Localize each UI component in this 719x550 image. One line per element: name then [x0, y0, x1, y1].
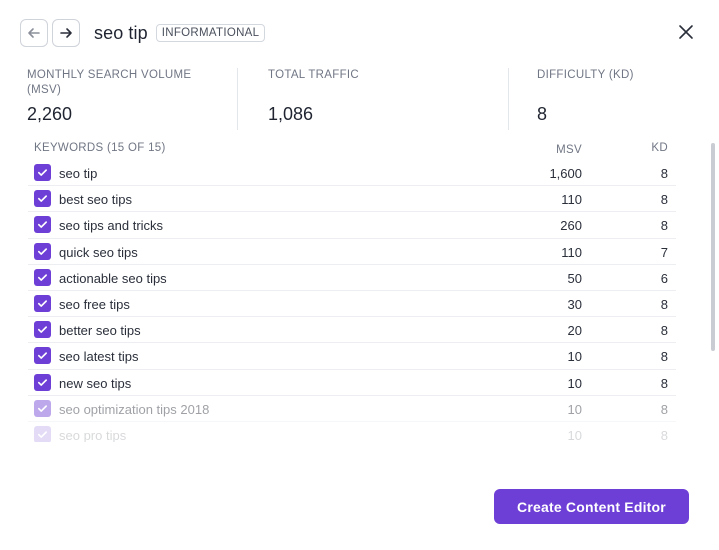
keyword-text: best seo tips — [59, 192, 132, 208]
stat-traffic-value: 1,086 — [268, 104, 314, 124]
keyword-msv: 20 — [567, 323, 582, 339]
column-kd-header: KD — [651, 142, 668, 154]
keyword-text: seo tip — [59, 166, 98, 181]
check-icon — [38, 300, 47, 307]
keyword-kd: 8 — [660, 192, 668, 208]
check-icon — [38, 274, 47, 281]
stat-msv-value: 2,260 — [27, 104, 73, 124]
dialog-header: seo tip INFORMATIONAL — [20, 19, 266, 47]
table-row[interactable]: better seo tips 20 8 — [28, 317, 676, 344]
keyword-msv: 10 — [567, 349, 582, 365]
keyword-kd: 6 — [660, 270, 668, 286]
column-msv-header: MSV — [556, 144, 582, 156]
keyword-msv: 1,600 — [549, 166, 582, 181]
table-row[interactable]: seo pro tips 10 8 — [28, 422, 676, 442]
keyword-text: new seo tips — [59, 375, 132, 391]
keyword-text: seo free tips — [59, 296, 130, 312]
keyword-checkbox[interactable] — [34, 242, 51, 260]
keyword-kd: 8 — [660, 218, 668, 234]
stats-row: MONTHLY SEARCH VOLUME (MSV) 2,260 TOTAL … — [27, 68, 687, 130]
table-row[interactable]: actionable seo tips 50 6 — [28, 265, 676, 291]
stat-kd: DIFFICULTY (KD) 8 — [508, 68, 634, 130]
keyword-kd: 8 — [660, 401, 668, 417]
stat-kd-label: DIFFICULTY (KD) — [537, 69, 634, 81]
keyword-msv: 110 — [561, 244, 582, 260]
close-button[interactable] — [676, 22, 696, 42]
check-icon — [38, 169, 47, 176]
keyword-checkbox[interactable] — [34, 399, 51, 417]
keyword-msv: 10 — [567, 427, 582, 442]
keyword-checkbox[interactable] — [34, 347, 51, 365]
keyword-msv: 10 — [567, 401, 582, 417]
table-row[interactable]: new seo tips 10 8 — [28, 370, 676, 396]
stat-msv: MONTHLY SEARCH VOLUME (MSV) 2,260 — [27, 68, 237, 130]
keywords-count-label: KEYWORDS (15 OF 15) — [34, 142, 166, 154]
table-row[interactable]: quick seo tips 110 7 — [28, 239, 676, 265]
check-icon — [38, 221, 47, 229]
keyword-checkbox[interactable] — [34, 321, 51, 339]
keyword-msv: 10 — [567, 375, 582, 391]
check-icon — [38, 378, 47, 386]
check-icon — [38, 247, 47, 255]
keyword-kd: 8 — [660, 296, 668, 312]
stat-traffic: TOTAL TRAFFIC 1,086 — [237, 68, 508, 130]
keyword-text: seo latest tips — [59, 349, 139, 365]
stat-msv-label: MONTHLY SEARCH VOLUME (MSV) — [27, 69, 192, 96]
keyword-checkbox[interactable] — [34, 190, 51, 208]
keyword-text: quick seo tips — [59, 244, 138, 260]
check-icon — [38, 352, 47, 360]
keyword-kd: 8 — [660, 375, 668, 391]
keyword-kd: 8 — [660, 166, 668, 181]
keyword-kd: 7 — [660, 244, 668, 260]
keyword-kd: 8 — [660, 323, 668, 339]
check-icon — [38, 195, 47, 203]
keywords-list[interactable]: seo tip 1,600 8 best seo tips 110 8 seo tips a… — [28, 160, 676, 442]
keyword-checkbox[interactable] — [34, 216, 51, 234]
keyword-msv: 50 — [567, 270, 582, 286]
keyword-checkbox[interactable] — [34, 164, 51, 181]
table-row[interactable]: seo optimization tips 2018 10 8 — [28, 396, 676, 422]
stat-traffic-label: TOTAL TRAFFIC — [268, 69, 360, 81]
keyword-text: seo pro tips — [59, 427, 127, 442]
keyword-msv: 30 — [567, 296, 582, 312]
table-row[interactable]: seo free tips 30 8 — [28, 291, 676, 318]
intent-badge: INFORMATIONAL — [155, 24, 266, 42]
keyword-msv: 110 — [561, 192, 582, 208]
stat-kd-value: 8 — [537, 104, 548, 124]
keyword-kd: 8 — [660, 349, 668, 365]
keyword-text: better seo tips — [59, 323, 141, 339]
scrollbar[interactable] — [711, 143, 715, 351]
keyword-text: seo optimization tips 2018 — [59, 401, 210, 417]
check-icon — [38, 404, 47, 412]
table-row[interactable]: seo tips and tricks 260 8 — [28, 212, 676, 239]
close-icon — [679, 25, 693, 39]
keyword-checkbox[interactable] — [34, 268, 51, 286]
table-row[interactable]: seo latest tips 10 8 — [28, 343, 676, 370]
keyword-checkbox[interactable] — [34, 373, 51, 391]
arrow-right-icon — [60, 28, 72, 38]
back-button[interactable] — [20, 19, 48, 47]
keyword-checkbox[interactable] — [34, 294, 51, 312]
keywords-header: KEYWORDS (15 OF 15) MSV KD — [34, 142, 668, 156]
keyword-checkbox[interactable] — [34, 425, 51, 442]
check-icon — [38, 326, 47, 334]
check-icon — [38, 431, 47, 438]
table-row[interactable]: seo tip 1,600 8 — [28, 160, 676, 187]
arrow-left-icon — [28, 28, 40, 38]
forward-button[interactable] — [52, 19, 80, 47]
keyword-text: actionable seo tips — [59, 270, 167, 286]
keyword-msv: 260 — [560, 218, 582, 234]
keyword-text: seo tips and tricks — [59, 218, 164, 234]
create-content-editor-button[interactable]: Create Content Editor — [494, 489, 689, 524]
page-title: seo tip — [94, 22, 148, 43]
table-row[interactable]: best seo tips 110 8 — [28, 186, 676, 213]
keyword-kd: 8 — [660, 427, 668, 442]
